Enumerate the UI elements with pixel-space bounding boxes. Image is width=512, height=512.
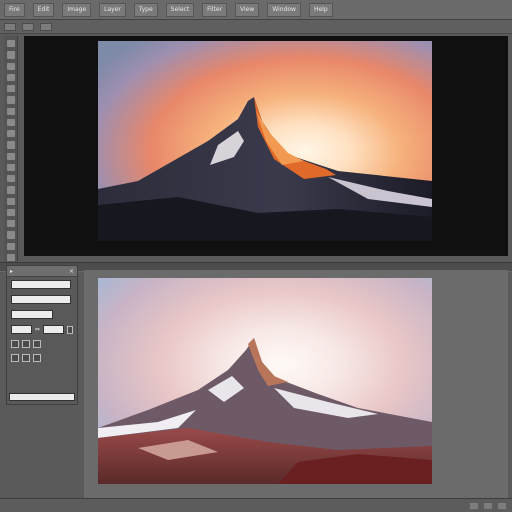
menu-item-edit[interactable]: Edit — [32, 2, 55, 17]
top-document-image[interactable] — [98, 41, 432, 241]
option-checkbox-4[interactable] — [11, 354, 19, 362]
menu-item-layer[interactable]: Layer — [99, 2, 126, 17]
status-bar — [0, 498, 512, 512]
menu-item-image[interactable]: Image — [62, 2, 92, 17]
option-checkbox-5[interactable] — [22, 354, 30, 362]
blur-tool-icon[interactable] — [6, 175, 15, 183]
close-icon[interactable]: × — [69, 268, 74, 275]
menu-item-window[interactable]: Window — [267, 2, 301, 17]
panel-field-3[interactable] — [11, 310, 53, 319]
option-checkbox-6[interactable] — [33, 354, 41, 362]
hand-tool-icon[interactable] — [6, 242, 15, 250]
eraser-tool-icon[interactable] — [6, 152, 15, 160]
properties-panel: ▸ × ⇔ — [6, 265, 78, 405]
panel-field-2[interactable] — [11, 295, 71, 304]
options-bar — [0, 20, 512, 34]
pen-tool-icon[interactable] — [6, 197, 15, 205]
move-tool-icon[interactable] — [6, 40, 15, 48]
panel-value-2[interactable] — [42, 325, 64, 334]
menu-item-view[interactable]: View — [235, 2, 260, 17]
gradient-tool-icon[interactable] — [6, 163, 15, 171]
clone-tool-icon[interactable] — [6, 130, 15, 138]
bottom-document-image[interactable] — [98, 278, 432, 484]
eyedropper-tool-icon[interactable] — [6, 96, 15, 104]
menu-item-file[interactable]: Fire — [4, 2, 25, 17]
menu-item-help[interactable]: Help — [308, 2, 333, 17]
menu-item-type[interactable]: Type — [133, 2, 158, 17]
link-icon[interactable]: ⇔ — [35, 326, 40, 333]
panel-header[interactable]: ▸ × — [7, 266, 77, 277]
tools-panel — [4, 36, 18, 261]
option-size-icon[interactable] — [40, 22, 52, 31]
panel-value-1[interactable] — [11, 325, 32, 334]
status-icon-3[interactable] — [498, 502, 506, 509]
option-checkbox-2[interactable] — [22, 340, 30, 348]
status-icon-2[interactable] — [484, 502, 492, 509]
option-tool-icon[interactable] — [4, 22, 16, 31]
shape-tool-icon[interactable] — [6, 231, 15, 239]
crop-tool-icon[interactable] — [6, 85, 15, 93]
history-tool-icon[interactable] — [6, 141, 15, 149]
path-tool-icon[interactable] — [6, 220, 15, 228]
menu-item-filter[interactable]: Filter — [202, 2, 228, 17]
option-checkbox-3[interactable] — [33, 340, 41, 348]
status-icon-1[interactable] — [470, 502, 478, 509]
panel-checkbox[interactable] — [66, 325, 73, 334]
lasso-tool-icon[interactable] — [6, 62, 15, 70]
wand-tool-icon[interactable] — [6, 73, 15, 81]
menu-bar: Fire Edit Image Layer Type Select Filter… — [0, 0, 512, 20]
menu-item-select[interactable]: Select — [165, 2, 195, 17]
option-checkbox-1[interactable] — [11, 340, 19, 348]
dodge-tool-icon[interactable] — [6, 186, 15, 194]
zoom-tool-icon[interactable] — [6, 253, 15, 261]
healing-tool-icon[interactable] — [6, 107, 15, 115]
option-mode-icon[interactable] — [22, 22, 34, 31]
marquee-tool-icon[interactable] — [6, 51, 15, 59]
brush-tool-icon[interactable] — [6, 118, 15, 126]
panel-field-1[interactable] — [11, 280, 71, 289]
type-tool-icon[interactable] — [6, 208, 15, 216]
panel-collapse-icon[interactable]: ▸ — [10, 268, 13, 275]
panel-footer-field[interactable] — [9, 393, 75, 401]
